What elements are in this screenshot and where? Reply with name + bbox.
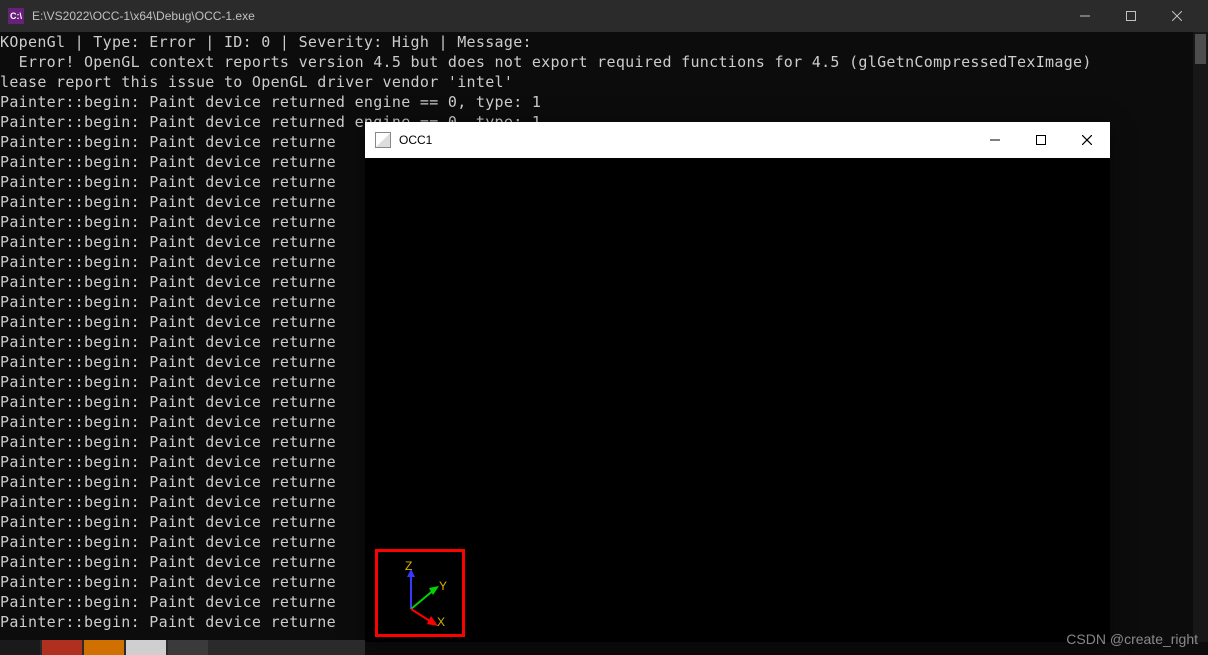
occ1-3d-viewport[interactable]: Z Y X [365, 158, 1110, 642]
taskbar-fragment [0, 640, 365, 655]
close-button[interactable] [1154, 0, 1200, 32]
axis-y-label: Y [439, 579, 447, 593]
occ1-window-controls [972, 122, 1110, 158]
console-app-icon: C:\ [8, 8, 24, 24]
axis-trihedron: Z Y X [383, 557, 458, 632]
scrollbar-thumb[interactable] [1195, 34, 1206, 64]
occ1-close-button[interactable] [1064, 122, 1110, 158]
console-scrollbar[interactable] [1193, 32, 1208, 642]
console-window-controls [1062, 0, 1200, 32]
occ1-title: OCC1 [399, 133, 972, 147]
occ1-window: OCC1 [365, 122, 1110, 642]
occ1-maximize-button[interactable] [1018, 122, 1064, 158]
maximize-button[interactable] [1108, 0, 1154, 32]
console-titlebar: C:\ E:\VS2022\OCC-1\x64\Debug\OCC-1.exe [0, 0, 1208, 32]
watermark-text: CSDN @create_right [1066, 631, 1198, 647]
occ1-app-icon [375, 132, 391, 148]
axis-x-label: X [437, 615, 445, 629]
minimize-button[interactable] [1062, 0, 1108, 32]
occ1-minimize-button[interactable] [972, 122, 1018, 158]
occ1-titlebar: OCC1 [365, 122, 1110, 158]
console-title: E:\VS2022\OCC-1\x64\Debug\OCC-1.exe [32, 9, 1062, 23]
axis-z-label: Z [405, 559, 412, 573]
